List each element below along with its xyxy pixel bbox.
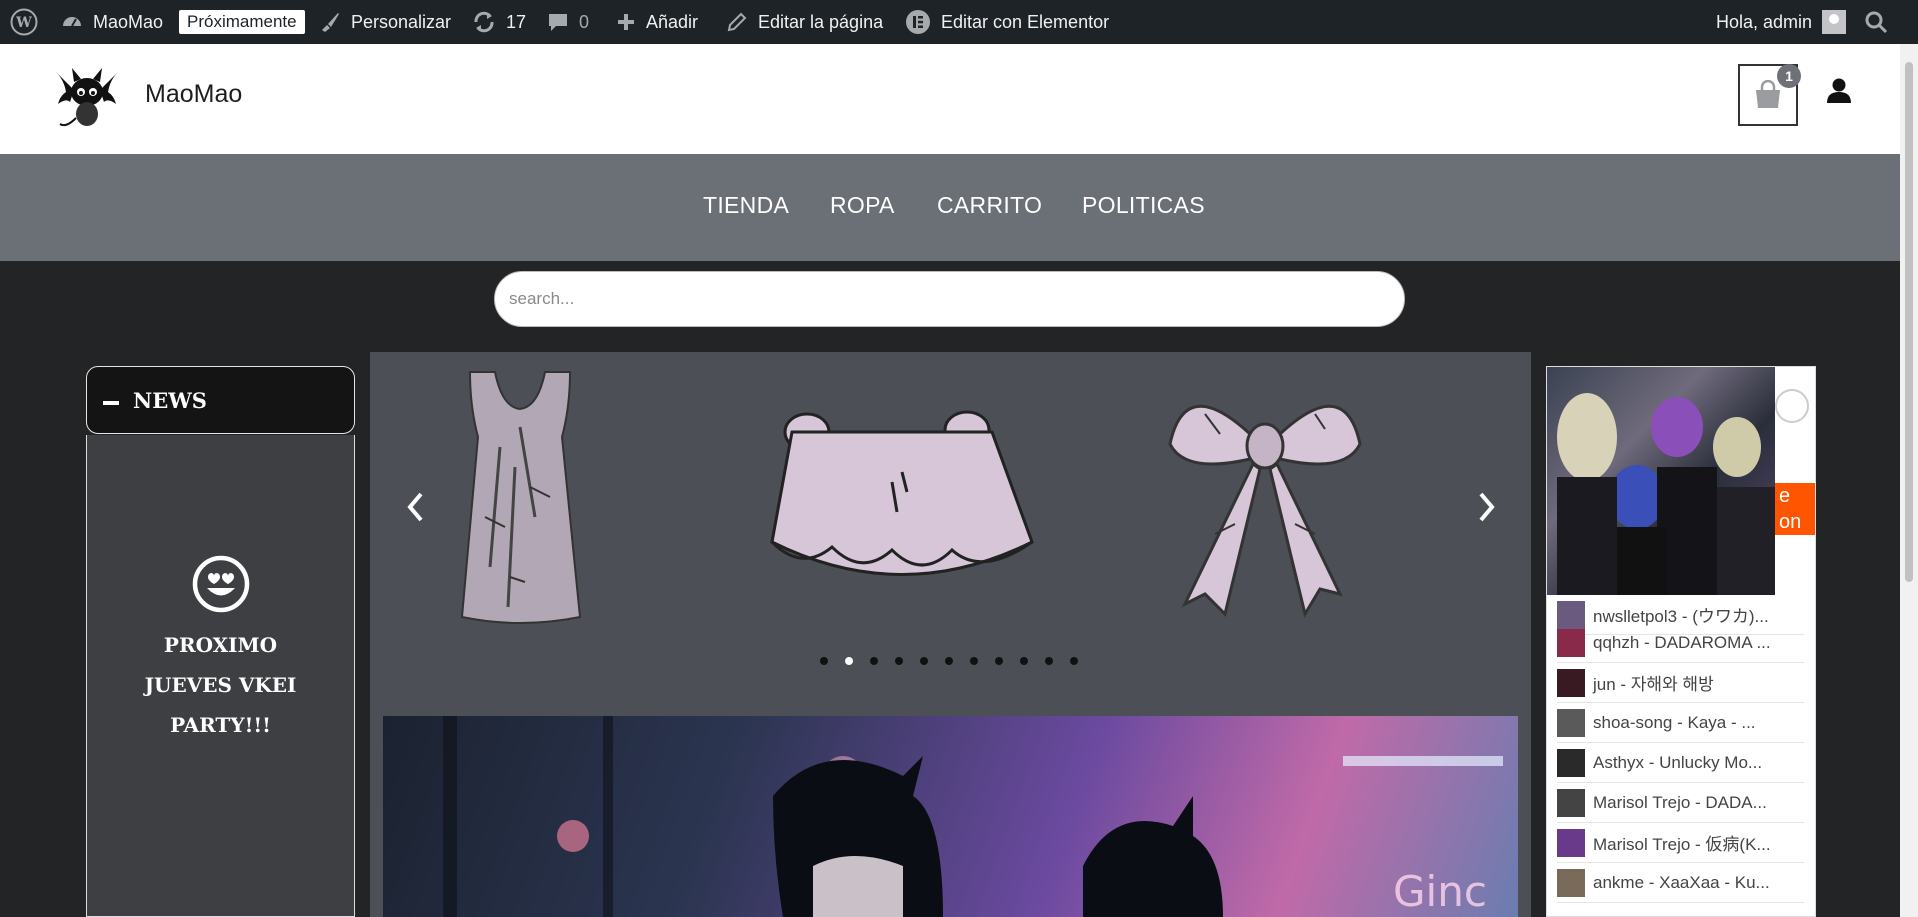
page-scrollbar[interactable] — [1900, 44, 1918, 917]
admin-avatar — [1822, 10, 1847, 34]
updates-icon — [474, 11, 494, 33]
track-thumbnail — [1557, 788, 1585, 817]
news-title: NEWS — [133, 387, 207, 413]
heart-eyes-emoji-icon — [192, 555, 250, 618]
add-new-link[interactable]: Añadir — [616, 0, 698, 44]
product-slide-tank-top[interactable] — [450, 367, 590, 652]
svg-text:Ginc: Ginc — [1393, 867, 1487, 916]
coming-soon-badge[interactable]: Próximamente — [179, 0, 305, 44]
site-logo[interactable] — [52, 62, 122, 132]
product-slide-bow[interactable] — [1165, 374, 1365, 629]
greeting-label: Hola, admin — [1716, 11, 1813, 32]
plus-icon — [618, 14, 634, 30]
nav-item-tienda[interactable]: TIENDA — [703, 192, 789, 219]
hero-banner-image: Ginc — [383, 716, 1518, 917]
elementor-icon — [906, 10, 930, 34]
track-title: Marisol Trejo - 仮病(K... — [1593, 835, 1771, 854]
cart-count-badge: 1 — [1777, 64, 1801, 88]
track-row[interactable]: qqhzh - DADAROMA ... — [1557, 623, 1804, 663]
brush-icon — [322, 13, 339, 32]
track-row[interactable]: Marisol Trejo - DADA... — [1557, 783, 1804, 823]
chevron-right-icon — [1479, 492, 1495, 522]
scrollbar-thumb[interactable] — [1905, 62, 1913, 582]
product-carousel: Ginc — [370, 352, 1531, 917]
admin-site-name: MaoMao — [93, 11, 164, 32]
updates-link[interactable]: 17 — [472, 0, 526, 44]
comments-count: 0 — [579, 11, 590, 32]
track-row[interactable]: Asthyx - Unlucky Mo... — [1557, 743, 1804, 783]
track-title: Marisol Trejo - DADA... — [1593, 792, 1767, 812]
track-title: shoa-song - Kaya - ... — [1593, 712, 1756, 732]
edit-page-label: Editar la página — [758, 11, 884, 32]
admin-bar: W MaoMao Próximamente Personalizar 17 0 … — [0, 0, 1918, 44]
edit-elementor-link[interactable]: Editar con Elementor — [905, 0, 1109, 44]
customize-link[interactable]: Personalizar — [319, 0, 451, 44]
updates-count: 17 — [506, 11, 527, 32]
site-title[interactable]: MaoMao — [145, 80, 242, 109]
carousel-dot[interactable] — [1045, 657, 1053, 665]
carousel-dot[interactable] — [895, 657, 903, 665]
nav-item-politicas[interactable]: POLITICAS — [1082, 192, 1205, 219]
carousel-prev-button[interactable] — [400, 487, 430, 527]
track-row[interactable]: Marisol Trejo - 仮病(K... — [1557, 823, 1804, 863]
svg-text:W: W — [15, 15, 32, 31]
track-thumbnail — [1557, 628, 1585, 657]
carousel-dot[interactable] — [1020, 657, 1028, 665]
admin-site-link[interactable]: MaoMao — [61, 0, 163, 44]
news-content: PROXIMO JUEVES VKEI PARTY!!! — [86, 435, 355, 917]
comments-link[interactable]: 0 — [547, 0, 589, 44]
nav-item-ropa[interactable]: ROPA — [830, 192, 895, 219]
search-input[interactable] — [494, 271, 1405, 327]
product-slide-skirt[interactable] — [762, 402, 1042, 617]
soundcloud-widget: e on ud nwslletpol3 - (ウワカ)... qqhzh - D… — [1546, 366, 1816, 917]
track-thumbnail — [1557, 868, 1585, 897]
news-accordion-header[interactable]: NEWS — [86, 366, 355, 434]
edit-elementor-label: Editar con Elementor — [941, 11, 1110, 32]
carousel-dot[interactable] — [870, 657, 878, 665]
carousel-pagination — [820, 657, 1078, 665]
artist-photo — [1547, 367, 1775, 595]
carousel-dot[interactable] — [970, 657, 978, 665]
dashboard-icon — [63, 17, 81, 27]
customize-label: Personalizar — [351, 11, 452, 32]
track-title: qqhzh - DADAROMA ... — [1593, 632, 1771, 652]
shopping-bag-icon — [1756, 80, 1780, 108]
track-title: jun - 자해와 해방 — [1593, 675, 1714, 694]
carousel-dot[interactable] — [945, 657, 953, 665]
track-thumbnail — [1557, 748, 1585, 777]
edit-page-link[interactable]: Editar la página — [726, 0, 883, 44]
wordpress-logo-icon[interactable]: W — [10, 0, 38, 44]
chevron-left-icon — [407, 492, 423, 522]
track-thumbnail — [1557, 668, 1585, 697]
admin-search-icon[interactable] — [1864, 0, 1888, 44]
carousel-dot-active[interactable] — [845, 657, 853, 665]
account-user-icon[interactable] — [1826, 77, 1852, 108]
news-announcement: PROXIMO JUEVES VKEI PARTY!!! — [144, 633, 297, 737]
comment-icon — [549, 14, 567, 31]
add-new-label: Añadir — [646, 11, 699, 32]
carousel-next-button[interactable] — [1472, 487, 1502, 527]
track-thumbnail — [1557, 708, 1585, 737]
pencil-icon — [727, 12, 747, 32]
nav-item-carrito[interactable]: CARRITO — [937, 192, 1042, 219]
track-row[interactable]: shoa-song - Kaya - ... — [1557, 703, 1804, 743]
track-row[interactable]: ankme - XaaXaa - Ku... — [1557, 863, 1804, 903]
my-account-link[interactable]: Hola, admin — [1716, 0, 1847, 44]
site-header: MaoMao 1 — [0, 44, 1900, 154]
track-row[interactable]: jun - 자해와 해방 — [1557, 663, 1804, 703]
carousel-dot[interactable] — [1070, 657, 1078, 665]
track-thumbnail — [1557, 828, 1585, 857]
carousel-dot[interactable] — [820, 657, 828, 665]
main-navigation: TIENDA ROPA CARRITO POLITICAS — [0, 154, 1900, 261]
minus-icon — [103, 401, 119, 405]
soundcloud-listen-button[interactable]: e on ud — [1775, 483, 1815, 559]
track-title: ankme - XaaXaa - Ku... — [1593, 872, 1770, 892]
track-title: Asthyx - Unlucky Mo... — [1593, 752, 1763, 772]
carousel-dot[interactable] — [920, 657, 928, 665]
carousel-dot[interactable] — [995, 657, 1003, 665]
close-icon[interactable] — [1775, 389, 1809, 423]
